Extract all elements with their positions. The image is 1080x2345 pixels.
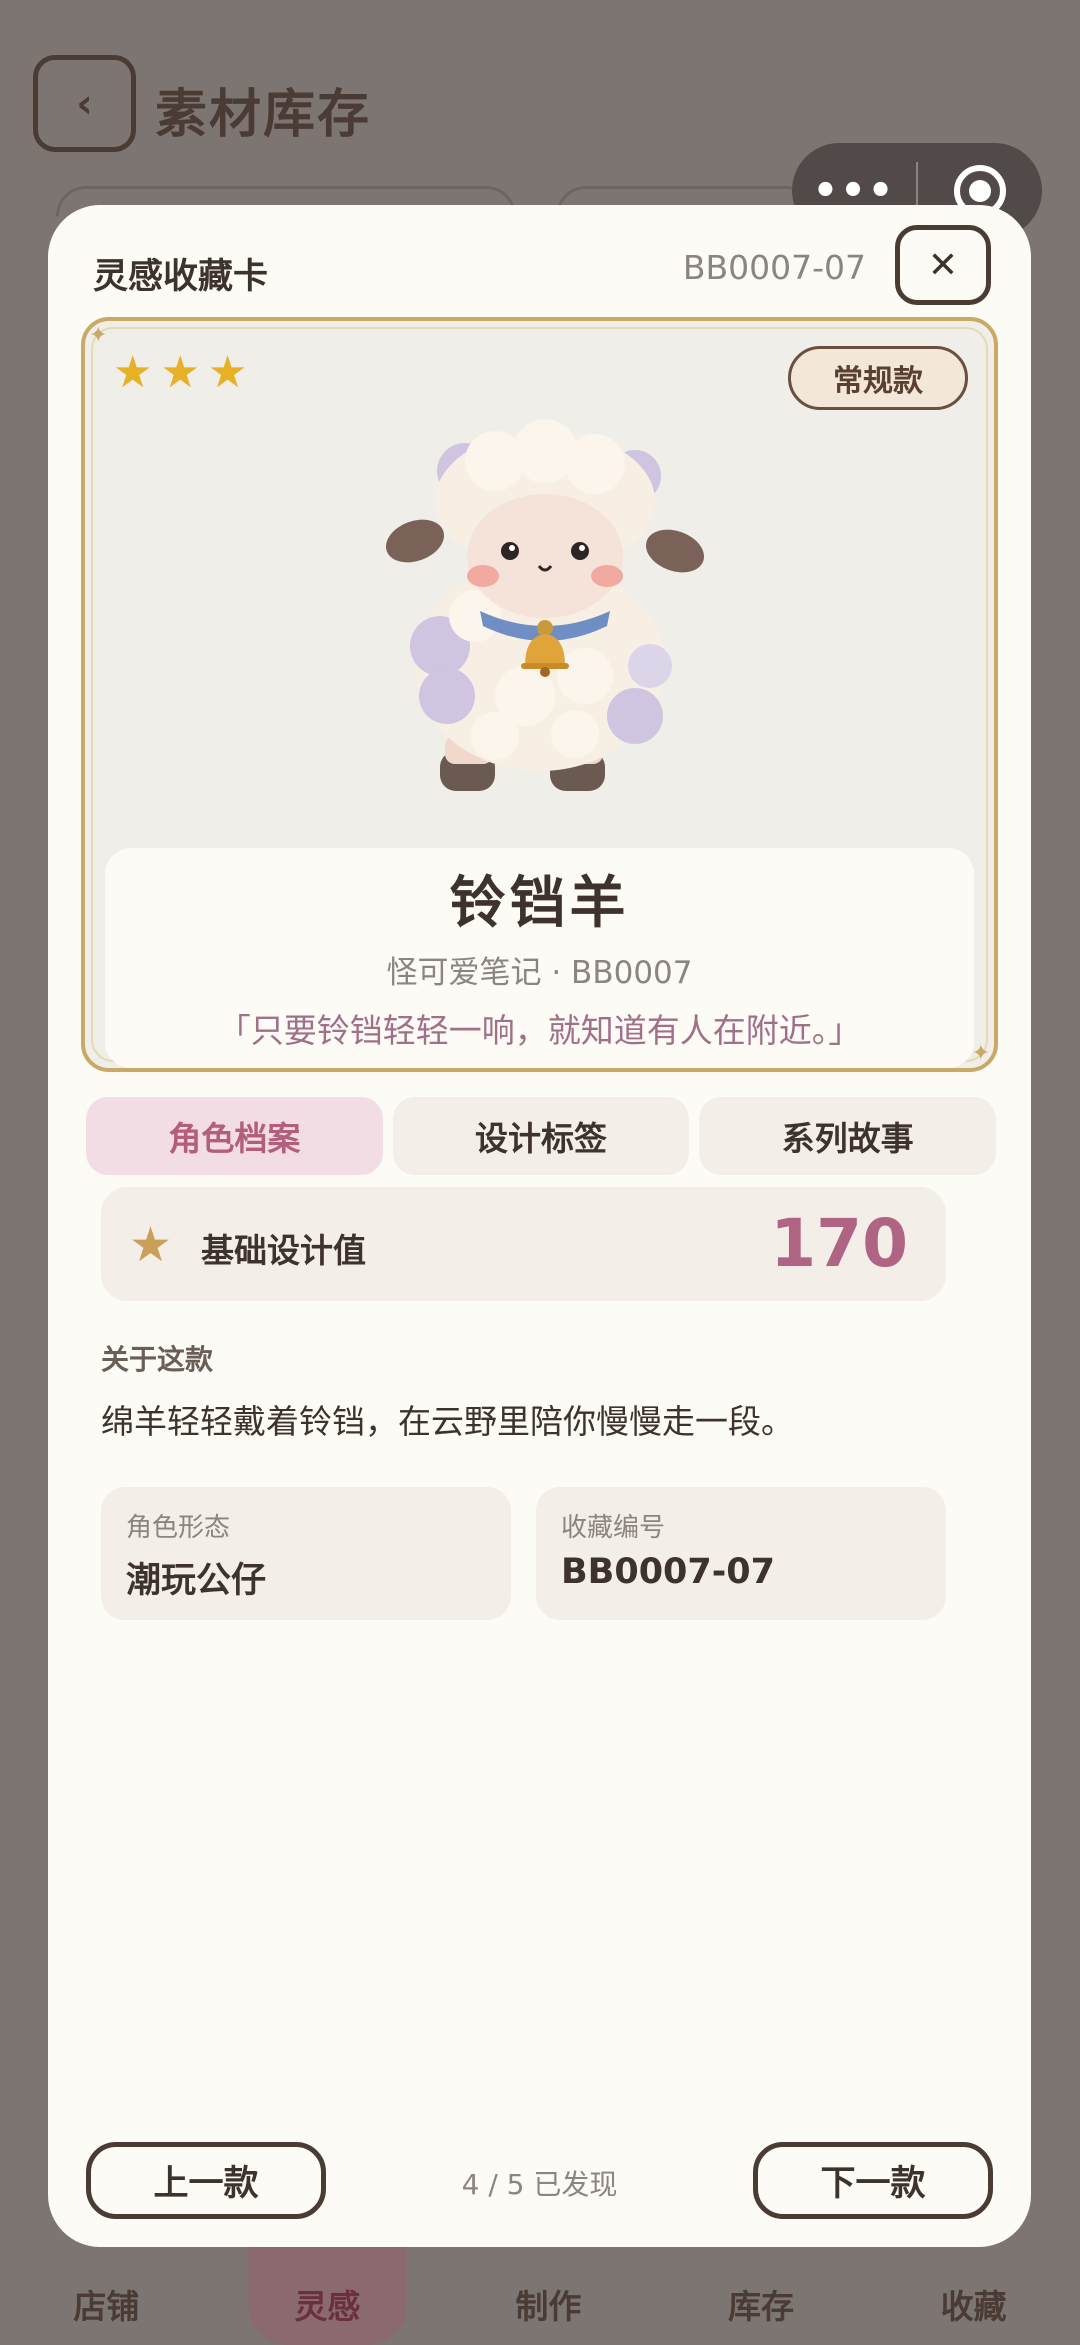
character-quote: 「只要铃铛轻轻一响，就知道有人在附近。」 [217, 1011, 862, 1050]
tab-inventory[interactable]: 库存 [655, 2240, 868, 2345]
character-info-panel: 铃铛羊 怪可爱笔记 · BB0007 「只要铃铛轻轻一响，就知道有人在附近。」 [105, 848, 974, 1068]
tab-inspiration[interactable]: 灵感 [247, 2240, 408, 2345]
field-collection-number: 收藏编号 BB0007-07 [536, 1487, 946, 1620]
detail-tabs: 角色档案 设计标签 系列故事 [86, 1097, 997, 1175]
field-value: 潮玩公仔 [126, 1561, 267, 1601]
edition-badge: 常规款 [788, 346, 968, 410]
bottom-tab-bar: 店铺 灵感 制作 库存 收藏 [0, 2240, 1080, 2345]
star-icon: ★ [113, 347, 153, 398]
rarity-stars: ★ ★ ★ [113, 351, 247, 395]
character-subtitle: 怪可爱笔记 · BB0007 [386, 955, 693, 991]
next-button[interactable]: 下一款 [753, 2142, 993, 2219]
tab-make[interactable]: 制作 [442, 2240, 655, 2345]
stat-value: 170 [770, 1205, 908, 1282]
close-button[interactable]: ✕ [895, 225, 991, 305]
design-value-stat: ★ 基础设计值 170 [101, 1187, 946, 1301]
field-value: BB0007-07 [561, 1552, 775, 1592]
tab-character-profile[interactable]: 角色档案 [86, 1097, 383, 1175]
collection-card-modal: 灵感收藏卡 BB0007-07 ✕ ✦ ✦ ★ ★ ★ 常规款 铃铛羊 怪可爱笔… [48, 205, 1031, 2247]
tab-collection[interactable]: 收藏 [867, 2240, 1080, 2345]
star-icon: ★ [160, 347, 200, 398]
character-card: ✦ ✦ ★ ★ ★ 常规款 铃铛羊 怪可爱笔记 · BB0007 「只要铃铛轻轻… [81, 317, 998, 1072]
close-icon: ✕ [927, 244, 959, 286]
star-icon: ★ [207, 347, 248, 398]
card-code: BB0007-07 [682, 248, 866, 287]
chevron-left-icon: ‹ [76, 80, 93, 127]
back-button[interactable]: ‹ [33, 55, 136, 152]
character-name: 铃铛羊 [449, 871, 630, 936]
modal-title: 灵感收藏卡 [93, 257, 269, 297]
page-title: 素材库存 [155, 85, 372, 145]
character-image [385, 416, 705, 806]
tab-series-story[interactable]: 系列故事 [699, 1097, 997, 1175]
stat-label: 基础设计值 [201, 1231, 366, 1270]
field-label: 角色形态 [126, 1513, 231, 1543]
field-label: 收藏编号 [561, 1513, 666, 1543]
field-character-form: 角色形态 潮玩公仔 [101, 1487, 511, 1620]
sparkle-icon: ✦ [971, 1041, 990, 1066]
star-icon: ★ [129, 1217, 173, 1273]
tab-shop[interactable]: 店铺 [0, 2240, 213, 2345]
about-label: 关于这款 [101, 1343, 214, 1376]
about-text: 绵羊轻轻戴着铃铛，在云野里陪你慢慢走一段。 [101, 1402, 794, 1441]
tab-design-tags[interactable]: 设计标签 [392, 1097, 690, 1175]
sparkle-icon: ✦ [89, 323, 108, 348]
